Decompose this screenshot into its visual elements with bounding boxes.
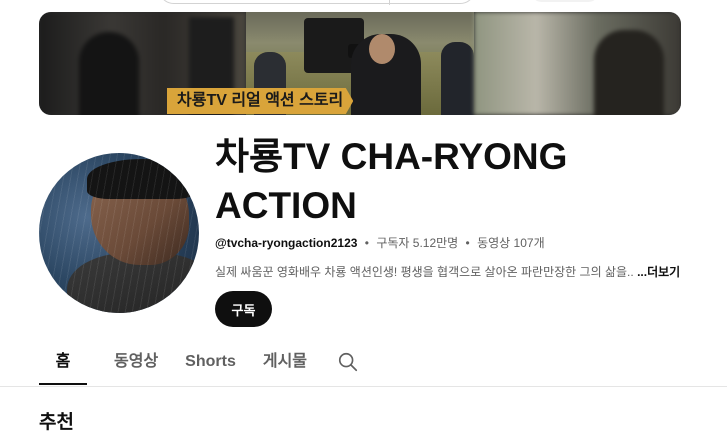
section-title: 추천 [39, 412, 74, 433]
top-chip[interactable] [530, 0, 600, 2]
tabs-divider [0, 386, 727, 387]
channel-handle[interactable]: @tvcha-ryongaction2123 [215, 236, 357, 250]
subscriber-count: 구독자 5.12만명 [376, 236, 459, 250]
subscribe-button[interactable]: 구독 [215, 291, 272, 327]
description-text: 실제 싸움꾼 영화배우 차룡 액션인생! 평생을 협객으로 살아온 파란만장한 … [215, 265, 634, 279]
meta-separator: • [364, 236, 369, 250]
more-link[interactable]: ...더보기 [637, 265, 680, 279]
channel-meta: @tvcha-ryongaction2123 • 구독자 5.12만명 • 동영… [215, 234, 545, 251]
channel-banner: 차룡TV 리얼 액션 스토리 [39, 12, 681, 115]
tab-home[interactable]: 홈 [39, 344, 87, 386]
top-search-bar[interactable] [158, 0, 476, 5]
channel-description[interactable]: 실제 싸움꾼 영화배우 차룡 액션인생! 평생을 협객으로 살아온 파란만장한 … [215, 263, 680, 280]
channel-avatar [39, 153, 199, 313]
video-count: 동영상 107개 [477, 236, 545, 250]
tab-posts[interactable]: 게시물 [263, 344, 307, 386]
banner-blur-right [474, 12, 681, 115]
banner-tagline: 차룡TV 리얼 액션 스토리 [167, 88, 354, 114]
tab-shorts[interactable]: Shorts [185, 344, 236, 386]
meta-separator: • [465, 236, 470, 250]
search-divider [389, 0, 390, 5]
channel-tabs: 홈 동영상 Shorts 게시물 [39, 344, 334, 386]
search-icon[interactable] [337, 351, 359, 373]
channel-name: 차룡TV CHA-RYONG ACTION [215, 136, 568, 226]
tab-videos[interactable]: 동영상 [114, 344, 158, 386]
